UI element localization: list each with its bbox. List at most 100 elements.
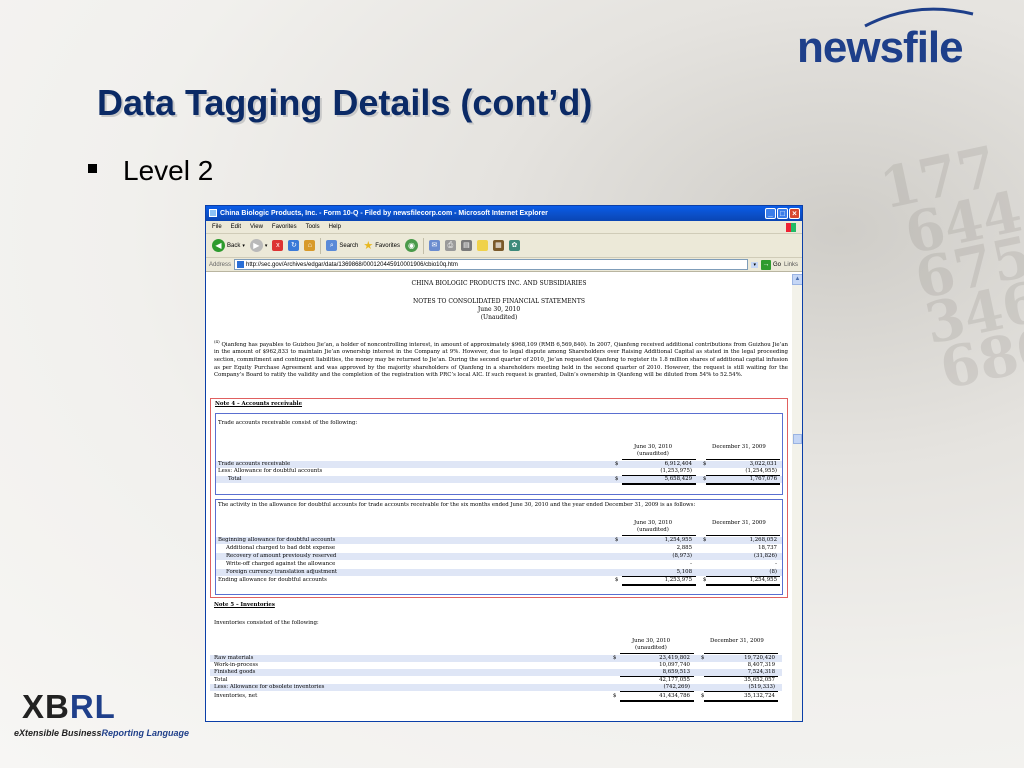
forward-arrow-icon: ▶ xyxy=(249,239,263,252)
row-label: Raw materials xyxy=(214,655,254,661)
minimize-button[interactable]: _ xyxy=(765,208,776,219)
row-value: 1,268,052 xyxy=(749,537,777,543)
url-field[interactable]: http://sec.gov/Archives/edgar/data/13698… xyxy=(234,259,749,270)
xbrl-tagline: eXtensible BusinessReporting Language xyxy=(14,728,189,738)
allowance-table: The activity in the allowance for doubtf… xyxy=(215,499,783,595)
col-header-december: December 31, 2009 xyxy=(712,444,766,450)
col-header-june: June 30, 2010 xyxy=(634,520,673,526)
row-label: Ending allowance for doubtful accounts xyxy=(218,577,327,583)
table-row xyxy=(216,476,782,483)
menu-tools[interactable]: Tools xyxy=(306,221,320,233)
forward-button[interactable]: ▶ ▾ xyxy=(249,239,267,252)
currency-symbol: $ xyxy=(615,476,619,482)
row-value: 5,108 xyxy=(676,569,692,575)
row-value: 6,912,404 xyxy=(664,461,692,467)
row-label: Work-in-process xyxy=(214,662,259,668)
bullet-text: Level 2 xyxy=(123,155,214,186)
discuss-icon[interactable] xyxy=(476,240,488,251)
col-underline xyxy=(622,535,696,536)
vertical-scrollbar[interactable]: ▲ xyxy=(791,274,802,721)
row-value: 8,659,513 xyxy=(662,669,690,675)
window-titlebar[interactable]: China Biologic Products, Inc. - Form 10-… xyxy=(206,206,802,221)
row-label: Recovery of amount previously reserved xyxy=(226,553,337,559)
print-icon[interactable]: ⎙ xyxy=(444,240,456,251)
row-value: 41,434,786 xyxy=(659,693,690,699)
favorites-label: Favorites xyxy=(375,242,400,249)
currency-symbol: $ xyxy=(703,476,707,482)
go-arrow-icon: → xyxy=(760,259,771,270)
row-value: (8) xyxy=(769,569,777,575)
favorites-button[interactable]: ★ Favorites xyxy=(363,239,400,252)
note4-intro: Trade accounts receivable consist of the… xyxy=(218,420,358,426)
col-underline xyxy=(620,653,694,654)
row-value: 35,132,724 xyxy=(744,693,775,699)
newsfile-logo-text: newsfile xyxy=(797,23,963,70)
messenger-icon[interactable]: ✿ xyxy=(508,240,520,251)
total-double-underline xyxy=(620,700,694,702)
row-value: 2,885 xyxy=(676,545,692,551)
sum-underline xyxy=(620,691,694,692)
col-header-unaudited: (unaudited) xyxy=(637,527,669,533)
scroll-up-icon[interactable]: ▲ xyxy=(792,274,802,285)
scroll-thumb[interactable] xyxy=(793,434,802,444)
mail-icon[interactable]: ✉ xyxy=(428,240,440,251)
row-value: (8,973) xyxy=(672,553,692,559)
xbrl-tagline-b: Reporting Language xyxy=(101,728,190,738)
doc-date: June 30, 2010 xyxy=(477,306,521,313)
windows-flag-icon xyxy=(786,223,796,232)
total-double-underline xyxy=(704,700,778,702)
slide-title: Data Tagging Details (cont’d) xyxy=(97,82,593,123)
currency-symbol: $ xyxy=(615,537,619,543)
menu-help[interactable]: Help xyxy=(329,221,341,233)
go-label: Go xyxy=(772,261,781,268)
search-icon: ⌕ xyxy=(326,240,338,251)
xbrl-tagline-a: eXtensible Business xyxy=(14,728,102,738)
stop-icon[interactable]: x xyxy=(272,240,284,251)
col-underline xyxy=(706,459,780,460)
menu-file[interactable]: File xyxy=(212,221,222,233)
row-label: Less: Allowance for doubtful accounts xyxy=(218,468,323,474)
col-header-june: June 30, 2010 xyxy=(634,444,673,450)
menu-view[interactable]: View xyxy=(250,221,263,233)
bullet-square-icon xyxy=(88,164,97,173)
allowance-intro: The activity in the allowance for doubtf… xyxy=(218,502,696,508)
row-value: (519,333) xyxy=(748,684,776,690)
links-button[interactable]: Links xyxy=(784,262,802,268)
toolbar: ◀ Back ▾ ▶ ▾ x ↻ ⌂ ⌕ Search ★ Favorites ◉ ✉ ⎙… xyxy=(206,234,802,258)
currency-symbol: $ xyxy=(701,655,705,661)
edit-icon[interactable]: ▤ xyxy=(460,240,472,251)
doc-paragraph: (4) Qianfeng has payables to Guizhou Jie… xyxy=(214,338,788,380)
col-header-december: December 31, 2009 xyxy=(712,520,766,526)
row-value: (742,269) xyxy=(663,684,691,690)
browser-window: China Biologic Products, Inc. - Form 10-… xyxy=(205,205,803,722)
search-button[interactable]: ⌕ Search xyxy=(326,240,358,251)
total-double-underline xyxy=(706,584,780,586)
address-bar: Address http://sec.gov/Archives/edgar/da… xyxy=(206,258,802,272)
close-button[interactable]: × xyxy=(789,208,800,219)
paragraph-text: Qianfeng has payables to Guizhou Jie’an,… xyxy=(214,341,789,379)
home-icon[interactable]: ⌂ xyxy=(304,240,316,251)
ie-icon xyxy=(209,209,217,218)
back-button[interactable]: ◀ Back ▾ xyxy=(212,239,245,252)
media-icon[interactable]: ◉ xyxy=(404,239,418,252)
menu-edit[interactable]: Edit xyxy=(231,221,241,233)
currency-symbol: $ xyxy=(615,577,619,583)
row-value: (1,254,955) xyxy=(745,468,777,474)
row-value: 19,720,420 xyxy=(744,655,775,661)
accounts-receivable-table: Trade accounts receivable consist of the… xyxy=(215,413,783,495)
row-value: 5,658,429 xyxy=(664,476,692,482)
go-button[interactable]: → Go xyxy=(760,259,781,270)
maximize-button[interactable]: □ xyxy=(777,208,788,219)
currency-symbol: $ xyxy=(703,577,707,583)
row-value: 1,254,955 xyxy=(749,577,777,583)
row-value: 23,419,802 xyxy=(659,655,690,661)
menu-favorites[interactable]: Favorites xyxy=(272,221,297,233)
address-dropdown-icon[interactable]: ▾ xyxy=(751,261,758,268)
currency-symbol: $ xyxy=(613,693,617,699)
xbrl-logo: XBRL eXtensible BusinessReporting Langua… xyxy=(14,688,189,750)
menu-bar: File Edit View Favorites Tools Help xyxy=(206,221,802,234)
row-value: 7,524,318 xyxy=(747,669,775,675)
research-icon[interactable]: ▦ xyxy=(492,240,504,251)
col-underline xyxy=(706,535,780,536)
refresh-icon[interactable]: ↻ xyxy=(288,240,300,251)
